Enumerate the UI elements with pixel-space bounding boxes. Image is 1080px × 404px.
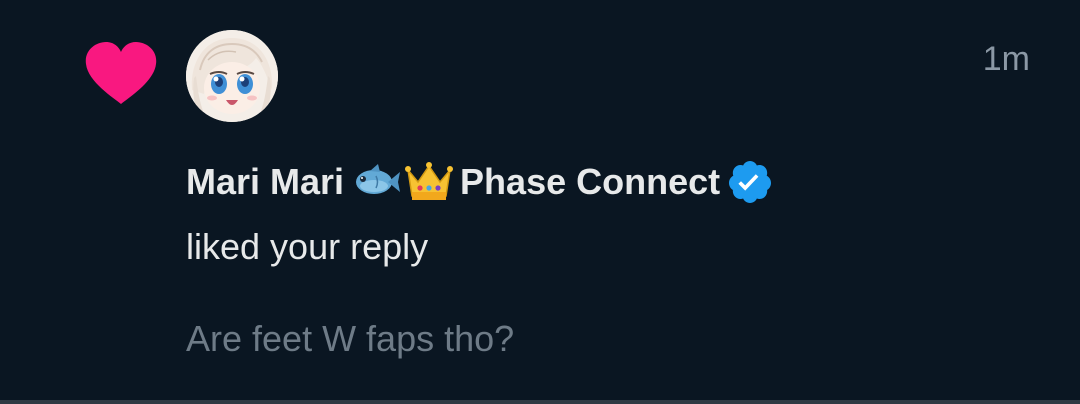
avatar-image bbox=[186, 30, 278, 122]
user-name-line[interactable]: Mari Mari Phase Connect bbox=[186, 158, 774, 206]
display-name-prefix[interactable]: Mari Mari bbox=[186, 161, 344, 203]
like-notification[interactable]: 1m Mari Mari Phase Connect liked your re… bbox=[0, 0, 1080, 400]
crown-emoji bbox=[405, 162, 454, 200]
heart-icon bbox=[85, 42, 157, 104]
reply-excerpt[interactable]: Are feet W faps tho? bbox=[186, 318, 514, 360]
fish-emoji bbox=[356, 164, 401, 194]
divider bbox=[0, 400, 1080, 404]
verified-badge-icon bbox=[729, 161, 772, 203]
display-name-suffix[interactable]: Phase Connect bbox=[460, 161, 720, 203]
avatar[interactable] bbox=[186, 30, 278, 122]
timestamp: 1m bbox=[982, 40, 1030, 78]
action-text: liked your reply bbox=[186, 226, 429, 267]
